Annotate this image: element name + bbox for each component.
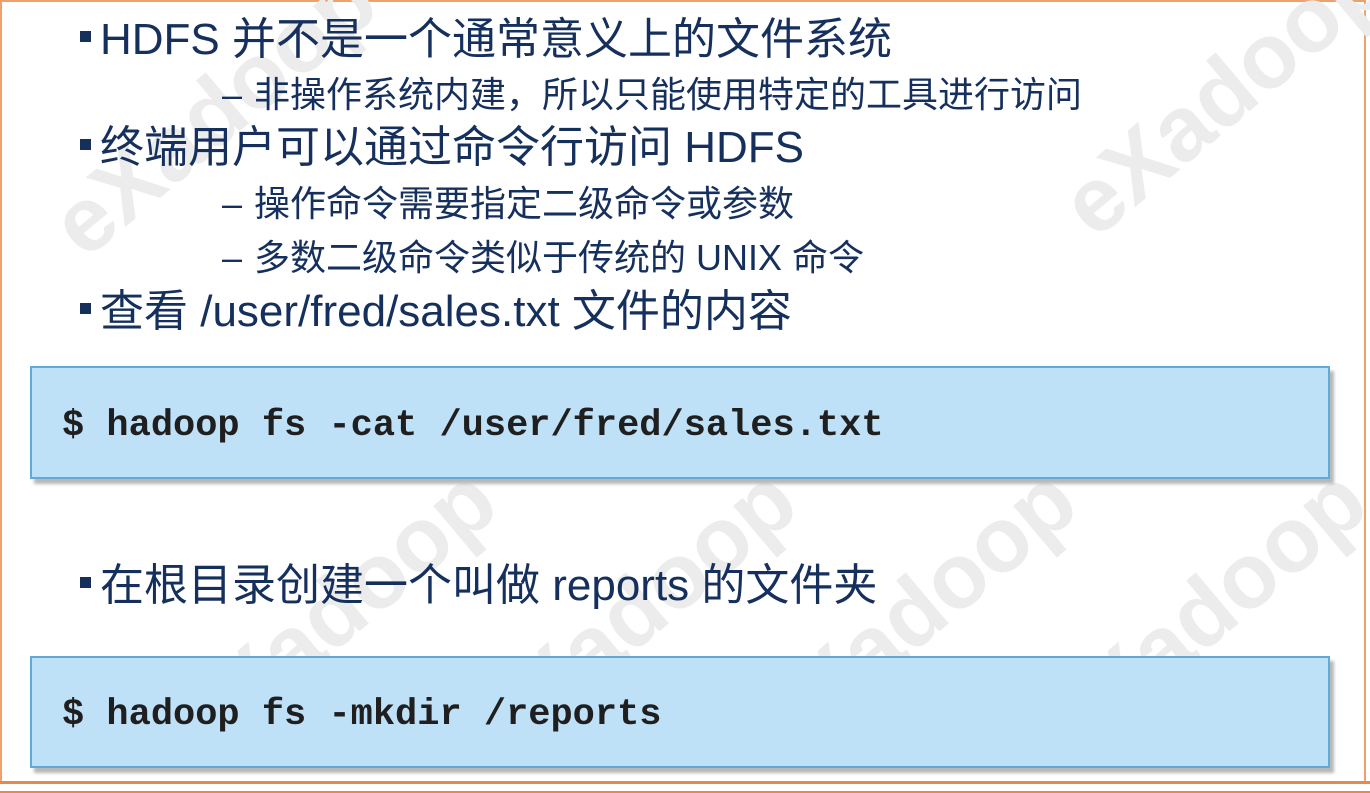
bullet-text: 查看 /user/fred/sales.txt 文件的内容 bbox=[100, 287, 792, 336]
square-bullet-icon bbox=[80, 576, 91, 588]
sub-bullet-text: 多数二级命令类似于传统的 UNIX 命令 bbox=[254, 237, 865, 278]
code-command: $ hadoop fs -cat /user/fred/sales.txt bbox=[62, 405, 884, 447]
sub-bullet-text: 非操作系统内建，所以只能使用特定的工具进行访问 bbox=[254, 74, 1083, 115]
dash-bullet-icon: – bbox=[222, 237, 243, 278]
sub-bullet-item: – 非操作系统内建，所以只能使用特定的工具进行访问 bbox=[222, 77, 1082, 113]
bullet-item: HDFS 并不是一个通常意义上的文件系统 bbox=[80, 18, 892, 62]
bullet-text: 终端用户可以通过命令行访问 HDFS bbox=[100, 123, 804, 172]
sub-bullet-item: – 多数二级命令类似于传统的 UNIX 命令 bbox=[222, 240, 864, 276]
sub-bullet-item: – 操作命令需要指定二级命令或参数 bbox=[222, 186, 794, 222]
code-command: $ hadoop fs -mkdir /reports bbox=[62, 694, 662, 736]
bullet-text: 在根目录创建一个叫做 reports 的文件夹 bbox=[100, 561, 878, 610]
bullet-item: 查看 /user/fred/sales.txt 文件的内容 bbox=[80, 290, 792, 334]
bullet-item: 终端用户可以通过命令行访问 HDFS bbox=[80, 126, 804, 170]
dash-bullet-icon: – bbox=[222, 74, 243, 115]
square-bullet-icon bbox=[80, 30, 91, 42]
square-bullet-icon bbox=[80, 302, 91, 314]
bullet-text: HDFS 并不是一个通常意义上的文件系统 bbox=[100, 15, 892, 64]
dash-bullet-icon: – bbox=[222, 183, 243, 224]
code-block: $ hadoop fs -mkdir /reports bbox=[30, 656, 1330, 768]
sub-bullet-text: 操作命令需要指定二级命令或参数 bbox=[254, 183, 795, 224]
square-bullet-icon bbox=[80, 138, 91, 150]
code-block: $ hadoop fs -cat /user/fred/sales.txt bbox=[30, 366, 1330, 479]
bottom-divider bbox=[0, 781, 1370, 793]
bullet-item: 在根目录创建一个叫做 reports 的文件夹 bbox=[80, 564, 877, 608]
